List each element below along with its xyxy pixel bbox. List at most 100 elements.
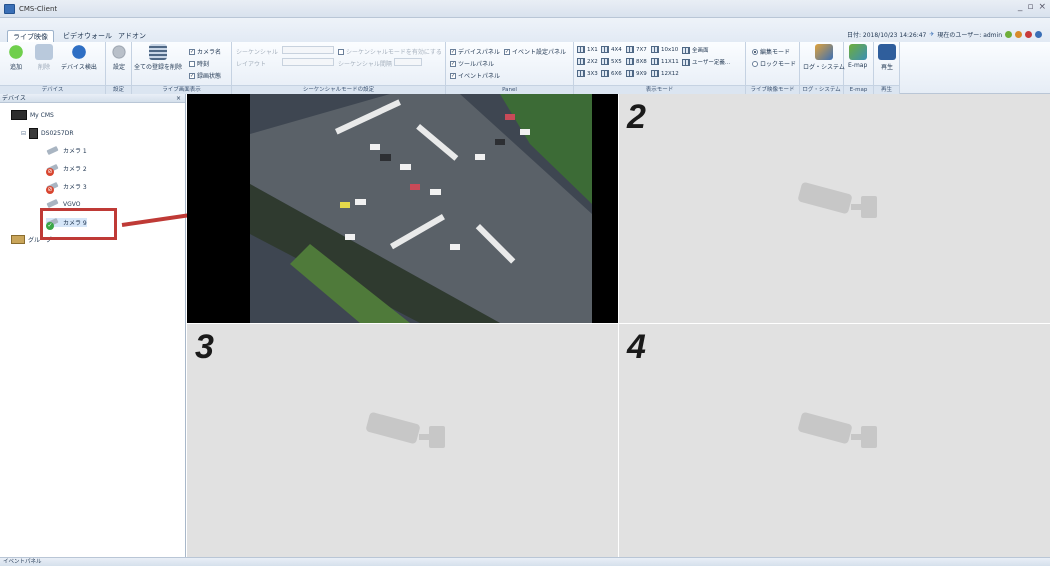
layout-8x8[interactable]: 8X8 xyxy=(626,58,647,65)
group-live-mode: 編集モード ロックモード ライブ映像モード xyxy=(746,42,800,94)
playback-icon xyxy=(878,44,896,60)
emap-button[interactable]: E-map xyxy=(848,44,867,69)
camera-icon xyxy=(46,145,60,155)
interval-dropdown[interactable] xyxy=(394,58,422,66)
device-panel-header: デバイス × xyxy=(0,94,185,103)
view-4[interactable]: 4 xyxy=(619,324,1050,557)
intersection-video xyxy=(250,94,592,323)
group-emap: E-map E-map xyxy=(844,42,874,94)
link-icon: ✈ xyxy=(929,31,935,38)
layout-6x6[interactable]: 6X6 xyxy=(601,70,622,77)
no-camera-icon xyxy=(798,412,877,448)
layout-dropdown[interactable] xyxy=(282,58,334,66)
close-button[interactable]: × xyxy=(1038,2,1046,12)
no-camera-icon xyxy=(798,182,877,218)
add-icon xyxy=(7,44,25,60)
recorder-icon xyxy=(29,128,39,139)
layout-1x1[interactable]: 1X1 xyxy=(577,46,598,53)
layout-5x5[interactable]: 5X5 xyxy=(601,58,622,65)
ribbon-tabs: ライブ映像 ビデオウォール アドオン 日付: 2018/10/23 14:26:… xyxy=(0,18,1050,42)
sequential-dropdown[interactable] xyxy=(282,46,334,54)
edit-mode-radio[interactable]: 編集モード xyxy=(752,47,790,56)
group-label-log-system: ログ・システム xyxy=(800,85,843,94)
add-button[interactable]: 追加 xyxy=(7,44,25,71)
lock-icon[interactable] xyxy=(1015,31,1022,38)
group-label-sequential: シーケンシャルモードの設定 xyxy=(232,85,445,94)
grid-delete-icon xyxy=(149,44,167,60)
user-icon[interactable] xyxy=(1005,31,1012,38)
window-title: CMS-Client xyxy=(19,4,58,13)
enable-sequential-checkbox[interactable]: シーケンシャルモードを有効にする xyxy=(338,47,442,56)
current-user: 現在のユーザー: admin xyxy=(937,32,1002,39)
event-settings-panel-checkbox[interactable]: ✓ イベント設定パネル xyxy=(504,47,566,56)
time-checkbox[interactable]: 時刻 xyxy=(189,59,209,68)
tree-recorder[interactable]: ⊟ DS0257DR xyxy=(21,128,74,139)
group-label-live-display: ライブ画面表示 xyxy=(132,85,231,94)
camera-icon xyxy=(46,198,60,209)
delete-all-button[interactable]: 全ての登録を削除 xyxy=(134,44,182,71)
camera-name-checkbox[interactable]: ✓ カメラ名 xyxy=(189,47,221,56)
log-icon xyxy=(814,44,833,60)
search-icon xyxy=(69,44,88,60)
no-camera-icon xyxy=(366,412,445,448)
camera-error-icon: ⊘ xyxy=(46,163,60,176)
date-time: 日付: 2018/10/23 14:26:47 xyxy=(846,32,927,39)
group-label-display-mode: 表示モード xyxy=(574,85,745,94)
tree-root[interactable]: My CMS xyxy=(11,110,54,120)
tab-video-wall[interactable]: ビデオウォール xyxy=(58,30,117,42)
video-grid: 2 3 4 xyxy=(187,94,1050,557)
event-panel-bar[interactable]: イベントパネル xyxy=(0,557,1050,566)
minimize-button[interactable]: _ xyxy=(1018,2,1023,12)
app-icon xyxy=(4,3,15,14)
group-log-system: ログ・システム ログ・システム xyxy=(800,42,845,94)
logout-icon[interactable] xyxy=(1025,31,1032,38)
log-system-button[interactable]: ログ・システム xyxy=(803,44,845,71)
status-info: 日付: 2018/10/23 14:26:47 ✈ 現在のユーザー: admin xyxy=(847,30,1042,39)
layout-4x4[interactable]: 4X4 xyxy=(601,46,622,53)
tree-camera-vgvo[interactable]: VGVO xyxy=(46,198,80,209)
group-label-live-mode: ライブ映像モード xyxy=(746,85,799,94)
delete-button[interactable]: 削除 xyxy=(35,44,53,71)
group-panel: ✓ デバイスパネル ✓ イベント設定パネル ✓ ツールパネル ✓ イベントパネル Pan… xyxy=(446,42,574,94)
layout-label: レイアウト xyxy=(236,61,267,68)
tree-camera-3[interactable]: ⊘ カメラ 3 xyxy=(46,181,87,194)
layout-3x3[interactable]: 3X3 xyxy=(577,70,598,77)
maximize-button[interactable]: ▫ xyxy=(1027,2,1033,12)
layout-10x10[interactable]: 10x10 xyxy=(651,46,678,53)
delete-icon xyxy=(35,44,53,60)
playback-button[interactable]: 再生 xyxy=(878,44,896,71)
layout-user-defined[interactable]: ユーザー定義... xyxy=(682,58,730,66)
group-label-emap: E-map xyxy=(844,85,873,94)
camera-error-icon: ⊘ xyxy=(46,181,60,194)
tool-panel-checkbox[interactable]: ✓ ツールパネル xyxy=(450,59,494,68)
group-playback: 再生 再生 xyxy=(874,42,900,94)
collapse-icon[interactable]: ⊟ xyxy=(21,130,26,137)
tab-addon[interactable]: アドオン xyxy=(113,30,151,42)
view-number: 3 xyxy=(195,328,214,366)
group-label-playback: 再生 xyxy=(874,85,899,94)
gear-icon xyxy=(110,44,128,60)
layout-fullscreen[interactable]: 全画面 xyxy=(682,46,709,54)
layout-9x9[interactable]: 9X9 xyxy=(626,70,647,77)
layout-2x2[interactable]: 2X2 xyxy=(577,58,598,65)
panel-close-icon[interactable]: × xyxy=(176,94,181,103)
tree-camera-2[interactable]: ⊘ カメラ 2 xyxy=(46,163,87,176)
tab-live-video[interactable]: ライブ映像 xyxy=(7,30,54,42)
settings-button[interactable]: 設定 xyxy=(110,44,128,71)
event-panel-checkbox[interactable]: ✓ イベントパネル xyxy=(450,71,500,80)
detect-device-button[interactable]: デバイス検出 xyxy=(61,44,97,71)
device-panel-checkbox[interactable]: ✓ デバイスパネル xyxy=(450,47,500,56)
layout-12x12[interactable]: 12X12 xyxy=(651,70,679,77)
title-bar: CMS-Client _ ▫ × xyxy=(0,0,1050,18)
group-device: 追加 削除 デバイス検出 デバイス xyxy=(0,42,106,94)
view-2[interactable]: 2 xyxy=(619,94,1050,323)
folder-icon xyxy=(11,235,25,244)
tree-camera-1[interactable]: カメラ 1 xyxy=(46,145,87,155)
view-1[interactable] xyxy=(187,94,618,323)
layout-11x11[interactable]: 11X11 xyxy=(651,58,679,65)
view-3[interactable]: 3 xyxy=(187,324,618,557)
lock-mode-radio[interactable]: ロックモード xyxy=(752,59,796,68)
help-icon[interactable] xyxy=(1035,31,1042,38)
layout-7x7[interactable]: 7X7 xyxy=(626,46,647,53)
record-state-checkbox[interactable]: ✓ 録画状態 xyxy=(189,71,221,80)
